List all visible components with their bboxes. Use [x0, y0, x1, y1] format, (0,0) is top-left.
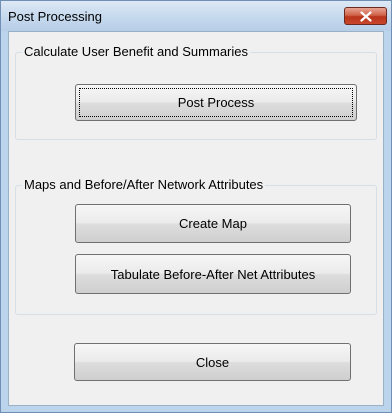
close-icon	[360, 11, 372, 22]
title-bar[interactable]: Post Processing	[1, 1, 391, 31]
benefit-groupbox: Calculate User Benefit and Summaries Pos…	[15, 44, 377, 140]
dialog-body: Calculate User Benefit and Summaries Pos…	[8, 31, 384, 406]
create-map-button-label: Create Map	[179, 216, 247, 231]
maps-groupbox: Maps and Before/After Network Attributes…	[15, 177, 377, 315]
window-title: Post Processing	[8, 9, 102, 24]
benefit-group-label: Calculate User Benefit and Summaries	[22, 44, 250, 60]
tabulate-button[interactable]: Tabulate Before-After Net Attributes	[75, 254, 351, 294]
post-processing-window: Post Processing Calculate User Benefit a…	[0, 0, 392, 413]
create-map-button[interactable]: Create Map	[75, 204, 351, 243]
maps-group-label: Maps and Before/After Network Attributes	[22, 177, 266, 193]
post-process-button-label: Post Process	[177, 95, 255, 110]
window-close-button[interactable]	[344, 7, 387, 25]
close-button-label: Close	[195, 354, 230, 370]
post-process-button[interactable]: Post Process	[75, 84, 357, 121]
close-button[interactable]: Close	[74, 343, 351, 381]
tabulate-button-label: Tabulate Before-After Net Attributes	[110, 266, 316, 282]
